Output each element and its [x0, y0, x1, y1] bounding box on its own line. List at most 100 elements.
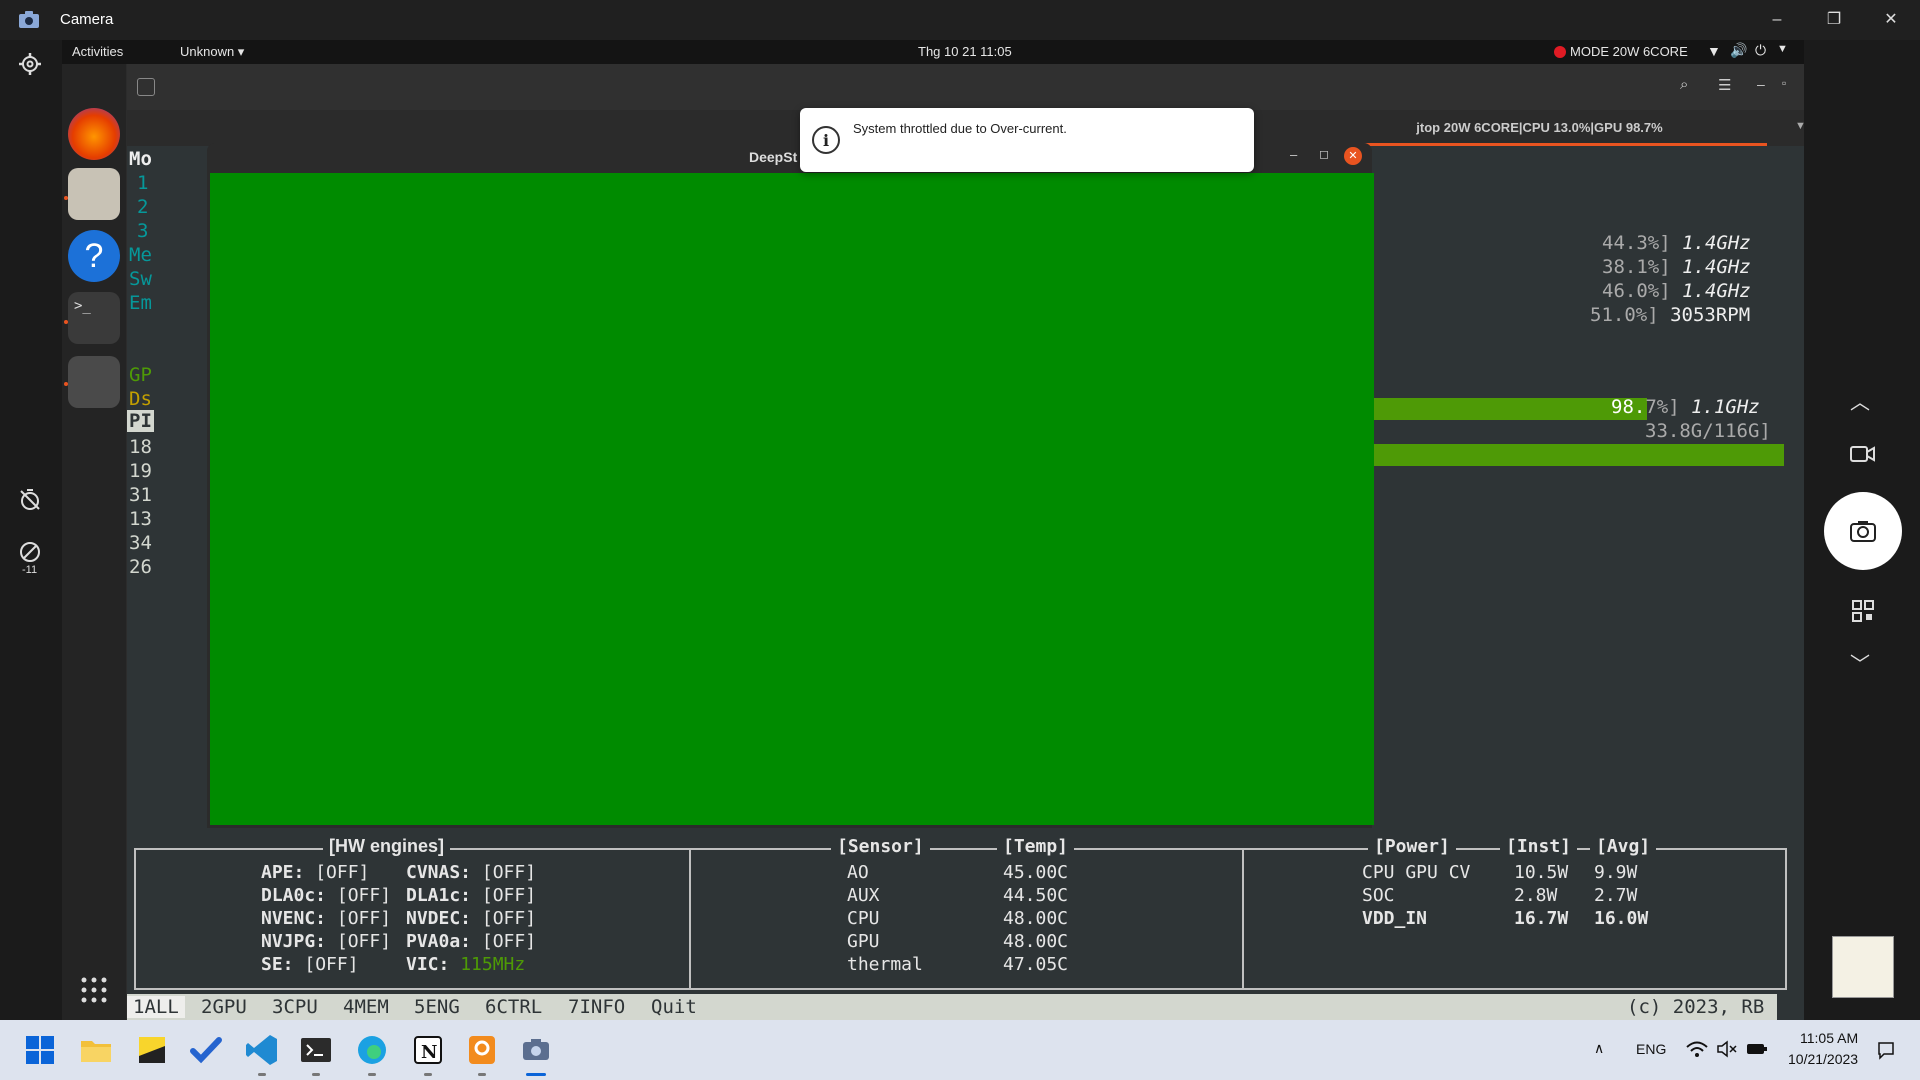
search-icon[interactable]: ⌕: [1680, 76, 1688, 93]
throttle-notification[interactable]: i System throttled due to Over-current.: [800, 108, 1254, 172]
sensor-temp: 44.50C: [1003, 885, 1069, 906]
pdf-editor-icon[interactable]: [464, 1032, 500, 1068]
term-minimize-icon[interactable]: –: [1757, 76, 1765, 92]
hw-row: SE: [OFF]: [261, 954, 359, 975]
left-fragment: Em: [129, 292, 152, 314]
tab-jtop[interactable]: jtop 20W 6CORE|CPU 13.0%|GPU 98.7%: [1312, 110, 1767, 146]
app-menu[interactable]: Unknown ▾: [180, 44, 244, 60]
deep-close-icon[interactable]: ✕: [1344, 147, 1362, 165]
language-indicator[interactable]: ENG: [1636, 1041, 1666, 1057]
hw-row: CVNAS: [OFF]: [406, 862, 537, 883]
close-button[interactable]: ✕: [1868, 6, 1914, 34]
deepstream-title: DeepSt: [749, 149, 798, 165]
minimize-button[interactable]: –: [1754, 6, 1800, 34]
ubuntu-top-bar: Activities Unknown ▾ Thg 10 21 11:05 MOD…: [62, 40, 1804, 64]
chevron-up-icon[interactable]: ︿: [1850, 386, 1870, 415]
left-fragment: GP: [129, 364, 152, 386]
power-mode-label[interactable]: MODE 20W 6CORE: [1570, 44, 1688, 59]
video-mode-icon[interactable]: [1850, 444, 1876, 464]
taskbar-date[interactable]: 10/21/2023: [1788, 1051, 1858, 1067]
menu-item-cpu[interactable]: 3CPU: [272, 996, 318, 1018]
left-fragment: 1: [137, 172, 149, 194]
hw-engines-panel: [HW engines] APE: [OFF] CVNAS: [OFF] DLA…: [134, 836, 691, 990]
hw-row: NVJPG: [OFF]: [261, 931, 392, 952]
sensor-name: AUX: [847, 885, 880, 906]
chevron-down-icon[interactable]: ﹀: [1850, 648, 1870, 677]
terminal-app-icon[interactable]: [298, 1032, 334, 1068]
activities-button[interactable]: Activities: [72, 44, 123, 59]
cpu-row: 38.1%] 1.4GHz: [1602, 256, 1751, 278]
camera-taskbar-icon[interactable]: [518, 1032, 554, 1068]
cpu-row: 44.3%] 1.4GHz: [1602, 232, 1751, 254]
maximize-button[interactable]: ❐: [1811, 6, 1857, 34]
deepstream-app-icon[interactable]: [68, 356, 120, 408]
process-header-bar: [1303, 444, 1784, 466]
battery-icon[interactable]: [1746, 1042, 1768, 1056]
left-fragment: PI: [127, 410, 154, 432]
hw-row: VIC: 115MHz: [406, 954, 526, 975]
deep-minimize-icon[interactable]: –: [1290, 147, 1297, 162]
vscode-icon[interactable]: [244, 1032, 280, 1068]
terminal-icon[interactable]: >_: [68, 292, 120, 344]
todo-icon[interactable]: [188, 1032, 224, 1068]
power-avg: 16.0W: [1594, 908, 1649, 929]
power-name: VDD_IN: [1362, 908, 1428, 929]
power-inst: 10.5W: [1514, 862, 1569, 883]
take-photo-button[interactable]: [1824, 492, 1902, 570]
taskbar-time[interactable]: 11:05 AM: [1800, 1030, 1858, 1046]
tab-dropdown-chevron-icon[interactable]: ▼: [1795, 120, 1804, 132]
edge-icon[interactable]: [354, 1032, 390, 1068]
wifi-icon[interactable]: [1686, 1040, 1708, 1058]
power-icon[interactable]: ⏻: [1755, 42, 1766, 59]
help-icon[interactable]: ?: [68, 230, 120, 282]
sensor-panel: [Sensor] [Temp] AO 45.00C AUX 44.50C CPU…: [689, 836, 1244, 990]
volume-muted-icon[interactable]: [1716, 1040, 1738, 1058]
windows-start-icon[interactable]: [22, 1032, 58, 1068]
camera-app-icon: [19, 11, 39, 28]
file-explorer-icon[interactable]: [78, 1032, 114, 1068]
sensor-title: [Sensor]: [831, 836, 930, 857]
sensor-temp: 45.00C: [1003, 862, 1069, 883]
settings-gear-icon[interactable]: [18, 52, 42, 76]
notion-icon[interactable]: N: [410, 1032, 446, 1068]
menu-item-all[interactable]: 1ALL: [127, 996, 185, 1018]
clock[interactable]: Thg 10 21 11:05: [918, 44, 1012, 59]
show-apps-grid-icon[interactable]: [80, 976, 108, 1004]
deep-maximize-icon[interactable]: ◻: [1319, 147, 1329, 161]
exposure-value: -11: [22, 564, 38, 576]
exposure-icon[interactable]: [18, 540, 42, 564]
running-indicator: [478, 1073, 486, 1076]
hw-engines-title: [HW engines]: [323, 836, 450, 857]
volume-icon[interactable]: 🔊: [1730, 42, 1747, 59]
power-avg: 9.9W: [1594, 862, 1638, 883]
qr-code-icon[interactable]: [1852, 600, 1874, 622]
menu-item-eng[interactable]: 5ENG: [414, 996, 460, 1018]
last-photo-thumbnail[interactable]: [1832, 936, 1894, 998]
running-indicator: [368, 1073, 376, 1076]
firefox-icon[interactable]: [68, 108, 120, 160]
hamburger-menu-icon[interactable]: ☰: [1718, 76, 1731, 94]
term-maximize-icon[interactable]: ▫: [1782, 76, 1786, 90]
hw-row: NVENC: [OFF]: [261, 908, 392, 929]
timer-off-icon[interactable]: [18, 488, 42, 512]
hw-row: PVA0a: [OFF]: [406, 931, 537, 952]
copyright: (c) 2023, RB: [1627, 996, 1765, 1018]
power-avg: 2.7W: [1594, 885, 1638, 906]
system-menu-chevron-icon[interactable]: ▼: [1777, 43, 1788, 55]
menu-item-gpu[interactable]: 2GPU: [201, 996, 247, 1018]
left-fragment: Sw: [129, 268, 152, 290]
menu-item-quit[interactable]: Quit: [651, 996, 697, 1018]
wifi-icon[interactable]: ▼: [1707, 43, 1721, 59]
menu-item-mem[interactable]: 4MEM: [343, 996, 389, 1018]
sticky-notes-icon[interactable]: [134, 1032, 170, 1068]
camera-title: Camera: [60, 11, 114, 28]
notifications-icon[interactable]: [1876, 1040, 1896, 1060]
menu-item-info[interactable]: 7INFO: [568, 996, 625, 1018]
menu-item-ctrl[interactable]: 6CTRL: [485, 996, 542, 1018]
inst-title: [Inst]: [1500, 836, 1578, 857]
ubuntu-desktop: Activities Unknown ▾ Thg 10 21 11:05 MOD…: [62, 40, 1804, 1020]
camera-left-rail: -11: [0, 40, 62, 1020]
files-icon[interactable]: [68, 168, 120, 220]
new-tab-icon[interactable]: [137, 78, 155, 96]
tray-chevron-up-icon[interactable]: ∧: [1594, 1040, 1604, 1057]
